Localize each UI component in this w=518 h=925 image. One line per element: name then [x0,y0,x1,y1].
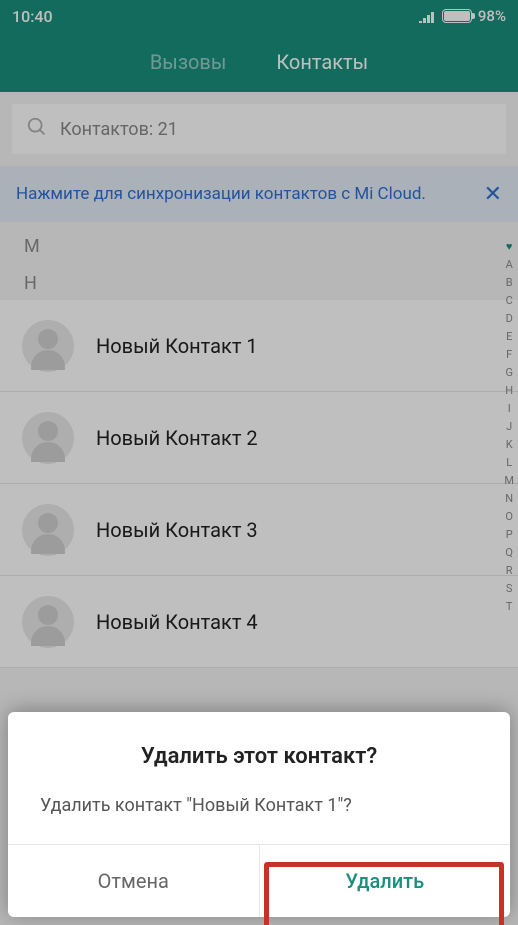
contact-row[interactable]: Новый Контакт 3 [0,484,518,576]
tab-bar: Вызовы Контакты [0,32,518,92]
status-time: 10:40 [12,7,53,26]
az-letter[interactable]: Q [505,546,513,559]
az-letter[interactable]: O [505,510,513,523]
cancel-button[interactable]: Отмена [8,845,260,917]
az-letter[interactable]: L [506,456,512,469]
contact-name: Новый Контакт 2 [96,426,258,450]
avatar [22,504,74,556]
az-letter[interactable]: K [506,438,513,451]
az-index[interactable]: ♥ A B C D E F G H I J K L M N O P Q R S … [504,240,514,613]
search-placeholder: Контактов: 21 [60,119,178,140]
az-letter[interactable]: B [506,276,513,289]
az-letter[interactable]: F [506,348,512,361]
contact-row[interactable]: Новый Контакт 1 [0,300,518,392]
az-letter[interactable]: T [506,600,513,613]
battery-percent: 98% [478,7,506,25]
az-letter[interactable]: D [506,312,513,325]
dialog-title: Удалить этот контакт? [32,744,486,769]
az-letter[interactable]: A [506,258,513,271]
avatar [22,596,74,648]
az-letter[interactable]: N [505,492,513,505]
section-header-m: M [0,226,518,263]
avatar [22,412,74,464]
az-letter[interactable]: J [506,420,512,433]
az-letter[interactable]: S [506,582,513,595]
search-icon [26,116,48,142]
section-header-h: Н [0,263,518,300]
az-letter[interactable]: H [505,384,513,397]
contact-name: Новый Контакт 3 [96,518,258,542]
az-letter[interactable]: C [506,294,513,307]
sync-banner[interactable]: Нажмите для синхронизации контактов с Mi… [0,166,518,222]
status-bar: 10:40 98% [0,0,518,32]
az-letter[interactable]: P [506,528,513,541]
contact-name: Новый Контакт 4 [96,610,258,634]
sync-banner-text: Нажмите для синхронизации контактов с Mi… [16,184,484,204]
delete-contact-dialog: Удалить этот контакт? Удалить контакт "Н… [8,712,510,917]
contact-row[interactable]: Новый Контакт 4 [0,576,518,668]
az-letter[interactable]: E [506,330,512,343]
contact-row[interactable]: Новый Контакт 2 [0,392,518,484]
delete-button[interactable]: Удалить [260,845,511,917]
signal-icon [418,9,436,23]
tab-calls[interactable]: Вызовы [150,50,227,74]
search-field[interactable]: Контактов: 21 [12,104,506,154]
heart-icon[interactable]: ♥ [506,240,513,253]
az-letter[interactable]: I [508,402,511,415]
tab-contacts[interactable]: Контакты [276,50,368,74]
battery-icon [442,9,472,23]
az-letter[interactable]: M [504,474,514,487]
avatar [22,320,74,372]
close-icon[interactable]: ✕ [484,182,502,207]
az-letter[interactable]: G [505,366,513,379]
dialog-message: Удалить контакт "Новый Контакт 1"? [32,795,486,816]
az-letter[interactable]: R [506,564,513,577]
contact-name: Новый Контакт 1 [96,334,258,358]
